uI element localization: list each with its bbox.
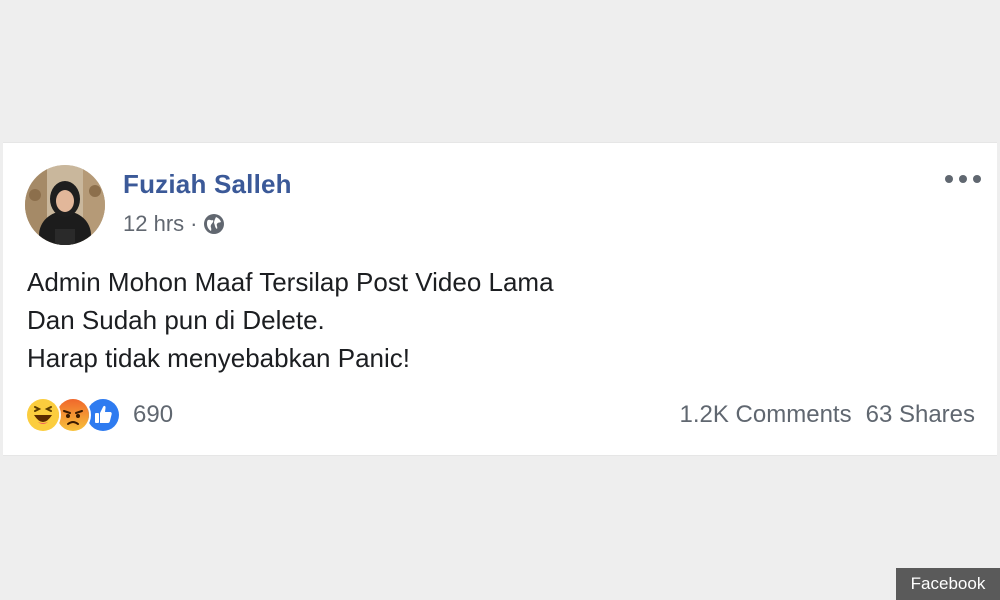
dot (959, 175, 967, 183)
dot (973, 175, 981, 183)
meta-separator: · (190, 211, 198, 236)
haha-icon (25, 397, 61, 433)
comments-count[interactable]: 1.2K Comments (680, 401, 852, 429)
dot (945, 175, 953, 183)
post-meta: 12 hrs · (123, 211, 225, 237)
author-name[interactable]: Fuziah Salleh (123, 169, 292, 200)
post-card: Fuziah Salleh 12 hrs · Admin Mohon Maaf … (3, 142, 997, 456)
post-line: Admin Mohon Maaf Tersilap Post Video Lam… (27, 267, 554, 297)
avatar[interactable] (25, 165, 105, 245)
post-line: Harap tidak menyebabkan Panic! (27, 343, 411, 373)
globe-icon[interactable] (203, 213, 225, 235)
more-options-icon[interactable] (945, 171, 981, 187)
shares-count[interactable]: 63 Shares (866, 401, 975, 429)
post-time[interactable]: 12 hrs (123, 211, 184, 237)
post-text: Admin Mohon Maaf Tersilap Post Video Lam… (27, 263, 554, 377)
reaction-count[interactable]: 690 (133, 401, 173, 429)
reactions-summary[interactable]: 690 (25, 395, 173, 435)
profile-photo (25, 165, 105, 245)
source-watermark: Facebook (896, 568, 1000, 600)
post-stats: 1.2K Comments 63 Shares (680, 401, 975, 429)
post-line: Dan Sudah pun di Delete. (27, 305, 325, 335)
